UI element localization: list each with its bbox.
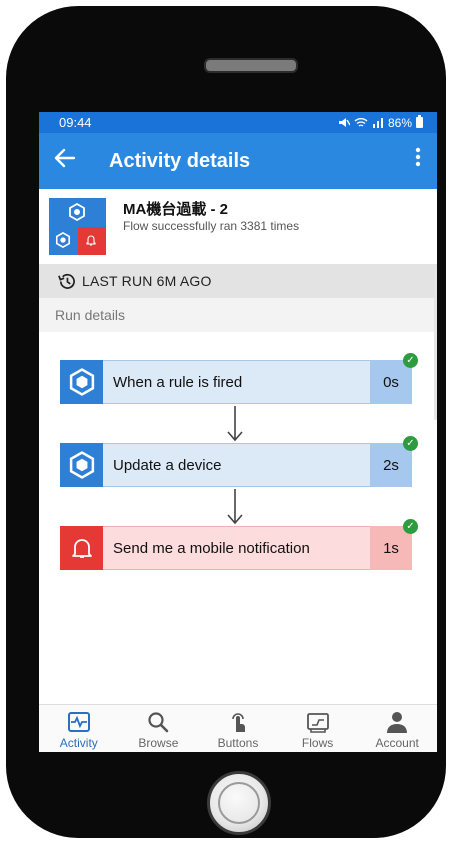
bell-icon [71, 539, 92, 558]
status-indicators: 86% [338, 115, 423, 130]
speaker-grille [204, 58, 298, 73]
back-button[interactable] [39, 147, 91, 175]
battery-icon [416, 115, 423, 128]
activity-icon [67, 709, 91, 735]
step-icon [60, 526, 103, 570]
flow-down-arrow-icon [227, 406, 243, 442]
phone-frame: 09:44 86% Activity details MA機台過載 - 2 Fl… [6, 6, 446, 838]
flow-name: MA機台過載 - 2 [123, 201, 229, 218]
status-bar: 09:44 86% [39, 112, 437, 133]
battery-percent: 86% [387, 115, 412, 130]
home-button[interactable] [207, 771, 271, 835]
flow-header: MA機台過載 - 2 Flow successfully ran 3381 ti… [39, 189, 437, 264]
signal-icon [372, 118, 383, 128]
run-step[interactable]: Send me a mobile notification 1s ✓ [60, 519, 418, 570]
status-time: 09:44 [59, 115, 92, 130]
bell-icon [86, 235, 96, 246]
iot-hexagon-icon [69, 368, 94, 396]
success-check-icon: ✓ [403, 519, 418, 534]
flows-icon [306, 709, 330, 735]
run-details-header: Run details [39, 298, 437, 332]
run-step[interactable]: When a rule is fired 0s ✓ [60, 353, 418, 404]
nav-buttons[interactable]: Buttons [198, 705, 278, 752]
nav-label: Browse [138, 736, 179, 750]
step-icon [60, 443, 103, 487]
step-icon [60, 360, 103, 404]
step-label: When a rule is fired [103, 360, 370, 404]
history-icon [58, 273, 75, 289]
run-details-label: Run details [55, 307, 126, 323]
iot-hexagon-icon [69, 451, 94, 479]
success-check-icon: ✓ [403, 436, 418, 451]
app-bar: Activity details [39, 133, 437, 189]
nav-activity[interactable]: Activity [39, 705, 119, 752]
scroll-indicator[interactable] [434, 270, 437, 420]
success-check-icon: ✓ [403, 353, 418, 368]
flow-down-arrow-icon [227, 489, 243, 525]
last-run-label: LAST RUN 6M AGO [82, 273, 212, 289]
wifi-icon [354, 118, 368, 127]
nav-label: Activity [59, 736, 98, 750]
step-label: Update a device [103, 443, 370, 487]
back-arrow-icon [54, 148, 76, 168]
mute-icon [338, 118, 350, 127]
nav-label: Account [375, 736, 419, 750]
run-step[interactable]: Update a device 2s ✓ [60, 436, 418, 487]
more-options-button[interactable] [415, 147, 421, 173]
step-label: Send me a mobile notification [103, 526, 370, 570]
iot-hexagon-icon [69, 203, 85, 221]
person-icon [385, 709, 409, 735]
flow-icon [49, 198, 106, 255]
page-title: Activity details [109, 149, 251, 172]
iot-hexagon-icon [55, 232, 71, 248]
bottom-navigation: Activity Browse Buttons Flows Account [39, 704, 437, 752]
last-run-section: LAST RUN 6M AGO [39, 264, 437, 298]
nav-label: Buttons [217, 736, 259, 750]
nav-account[interactable]: Account [357, 705, 437, 752]
tap-hand-icon [228, 709, 248, 735]
search-icon [147, 709, 169, 735]
flow-run-summary: Flow successfully ran 3381 times [123, 219, 300, 233]
more-vert-icon [415, 147, 421, 167]
nav-label: Flows [301, 736, 334, 750]
nav-browse[interactable]: Browse [119, 705, 199, 752]
phone-screen: 09:44 86% Activity details MA機台過載 - 2 Fl… [39, 112, 437, 752]
nav-flows[interactable]: Flows [278, 705, 358, 752]
